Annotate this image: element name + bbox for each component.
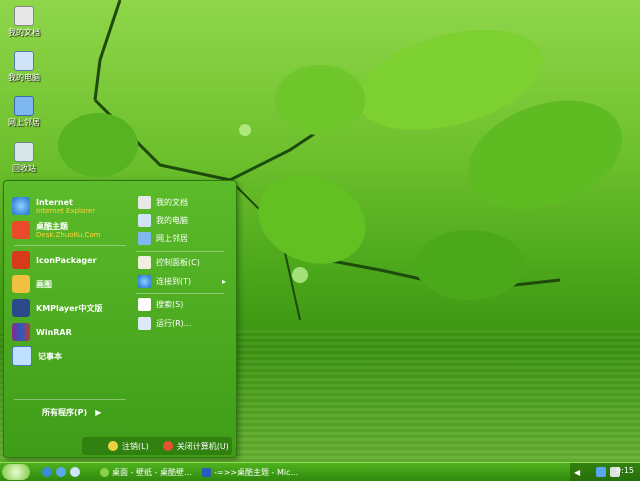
desktop-icon-label: 回收站 (12, 164, 36, 173)
documents-icon (138, 195, 151, 209)
start-place-my-documents[interactable]: 我的文档 (138, 194, 188, 210)
tray-collapse-icon[interactable]: ◀ (574, 468, 580, 477)
start-divider (136, 251, 224, 252)
my-documents-icon (14, 6, 34, 26)
taskbar-task-word[interactable]: -=>>桌酷主题 - Mic... (202, 465, 298, 479)
start-place-my-computer[interactable]: 我的电脑 (138, 212, 188, 228)
start-menu: Internet Internet Explorer 桌酷主题 Desk.Zhu… (3, 180, 237, 458)
ie-quicklaunch-icon[interactable] (42, 467, 52, 477)
ie-icon (12, 197, 30, 215)
start-item-title: IconPackager (36, 255, 97, 265)
start-item-notepad[interactable]: 记事本 (12, 345, 62, 367)
logoff-button[interactable]: 注销(L) (108, 441, 149, 452)
start-place-label: 控制面板(C) (156, 257, 200, 267)
start-item-theme[interactable]: 桌酷主题 Desk.ZhuoKu.Com (12, 219, 100, 241)
logoff-icon (108, 441, 118, 451)
start-place-label: 网上邻居 (156, 233, 188, 243)
computer-icon (138, 213, 151, 227)
paint-icon (12, 275, 30, 293)
start-place-control-panel[interactable]: 控制面板(C) (138, 254, 200, 270)
show-desktop-icon[interactable] (70, 467, 80, 477)
run-icon (138, 316, 151, 330)
recycle-bin-icon (14, 142, 34, 162)
start-place-network[interactable]: 网上邻居 (138, 230, 188, 246)
start-item-title: KMPlayer中文版 (36, 303, 103, 313)
desktop-icon-my-documents[interactable]: 我的文档 (2, 4, 46, 44)
logoff-label: 注销(L) (122, 441, 149, 451)
taskbar: 桌面 - 壁纸 - 桌酷壁... -=>>桌酷主题 - Mic... ◀ 9:1… (0, 462, 640, 481)
network-icon (138, 231, 151, 245)
taskbar-task-label: -=>>桌酷主题 - Mic... (214, 467, 299, 477)
start-place-label: 我的电脑 (156, 215, 188, 225)
submenu-arrow-icon: ▸ (221, 276, 226, 286)
word-icon (202, 467, 211, 477)
desktop-icon-label: 网上邻居 (8, 118, 40, 127)
start-item-title: 桌酷主题 (36, 221, 68, 231)
desktop-icon-my-computer[interactable]: 我的电脑 (2, 49, 46, 89)
start-item-winrar[interactable]: WinRAR (12, 321, 72, 343)
all-programs-label: 所有程序(P) (42, 408, 88, 417)
start-item-kmplayer[interactable]: KMPlayer中文版 (12, 297, 103, 319)
all-programs-button[interactable]: 所有程序(P) ▶ (42, 407, 101, 418)
start-place-label: 连接到(T) (156, 276, 192, 286)
start-place-run[interactable]: 运行(R)... (138, 315, 191, 331)
start-item-paint[interactable]: 画图 (12, 273, 52, 295)
desktop-icon-recycle-bin[interactable]: 回收站 (2, 140, 46, 180)
desktop-icon-network[interactable]: 网上邻居 (2, 94, 46, 134)
control-panel-icon (138, 255, 151, 269)
start-menu-places: 我的文档 我的电脑 网上邻居 控制面板(C) 连接到(T) ▸ 搜索(S) 运行… (134, 187, 230, 337)
start-item-internet[interactable]: Internet Internet Explorer (12, 195, 95, 217)
network-icon (14, 96, 34, 116)
start-item-iconpackager[interactable]: IconPackager (12, 249, 97, 271)
winrar-icon (12, 323, 30, 341)
desktop-icon-label: 我的文档 (8, 28, 40, 37)
start-item-title: Internet (36, 197, 73, 207)
shutdown-button[interactable]: 关闭计算机(U) (162, 441, 229, 452)
theme-icon (12, 221, 30, 239)
start-divider (136, 293, 224, 294)
start-item-subtitle: Internet Explorer (36, 206, 96, 215)
power-icon (162, 441, 173, 451)
iconpackager-icon (12, 251, 30, 269)
my-computer-icon (14, 51, 34, 71)
start-place-label: 搜索(S) (156, 299, 184, 309)
start-divider (14, 245, 126, 246)
desktop-icon-label: 我的电脑 (8, 73, 40, 82)
browser-icon (100, 467, 109, 477)
arrow-right-icon: ▶ (95, 408, 102, 417)
network-tray-icon[interactable] (596, 467, 607, 477)
start-divider (14, 399, 126, 400)
search-icon (138, 297, 151, 311)
start-menu-footer: 注销(L) 关闭计算机(U) (82, 437, 232, 455)
connect-icon (138, 274, 151, 288)
browser-quicklaunch-icon[interactable] (56, 467, 66, 477)
clock[interactable]: 9:15 (616, 466, 634, 475)
start-place-label: 我的文档 (156, 197, 188, 207)
start-place-search[interactable]: 搜索(S) (138, 296, 183, 312)
start-place-label: 运行(R)... (156, 318, 192, 328)
start-place-connect[interactable]: 连接到(T) ▸ (138, 273, 228, 289)
start-item-title: 画图 (36, 279, 52, 289)
shutdown-label: 关闭计算机(U) (176, 441, 229, 451)
notepad-icon (12, 346, 32, 366)
start-item-title: 记事本 (38, 351, 62, 361)
start-menu-programs: Internet Internet Explorer 桌酷主题 Desk.Zhu… (8, 187, 132, 413)
kmplayer-icon (12, 299, 30, 317)
taskbar-task-label: 桌面 - 壁纸 - 桌酷壁... (112, 467, 192, 477)
start-item-title: WinRAR (36, 327, 72, 337)
start-button[interactable] (2, 464, 30, 480)
taskbar-task-browser[interactable]: 桌面 - 壁纸 - 桌酷壁... (100, 465, 192, 479)
start-item-subtitle: Desk.ZhuoKu.Com (36, 230, 101, 239)
